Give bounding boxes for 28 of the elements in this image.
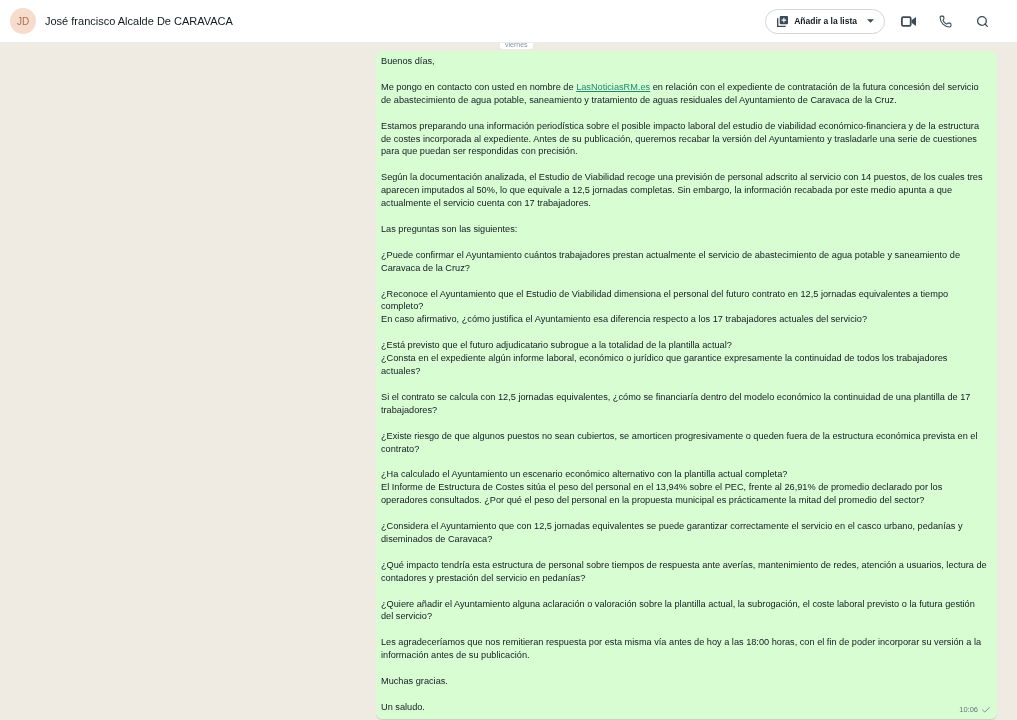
phone-icon xyxy=(938,14,952,28)
message-text: ¿Quiere añadir el Ayuntamiento alguna aclaración o valoración sobre la plantilla actual, la subrogación, el coste laboral previsto o la futura gestión del servicio? xyxy=(381,597,976,624)
video-camera-icon xyxy=(900,15,916,27)
add-to-list-icon xyxy=(777,15,789,27)
caret-down-icon xyxy=(867,19,874,23)
message-text: En caso afirmativo, ¿cómo justifica el Ayuntamiento esa diferencia respecto a los 17 trabajadores actuales del servicio? xyxy=(381,313,867,327)
search-icon xyxy=(975,14,989,28)
message-text: ¿Existe riesgo de que algunos puestos no sean cubiertos, se amorticen progresivamente o queden fuera de la estructura económica prevista en el contrato? xyxy=(381,429,979,456)
website-link[interactable]: LasNoticiasRM.es xyxy=(576,81,651,92)
message-text: ¿Ha calculado el Ayuntamiento un escenario económico alternativo con la plantilla actual completa? xyxy=(381,468,788,482)
message-text: ¿Qué impacto tendría esta estructura de personal sobre tiempos de respuesta ante averías, mantenimiento de redes, atención a usuarios, lectura de contadores y prestación del servicio en pedanías? xyxy=(381,558,988,585)
message-text: ¿Consta en el expediente algún informe laboral, económico o jurídico que garantice expresamente la continuidad de todos los trabajadores actuales? xyxy=(381,352,949,378)
message-text: Estamos preparando una información periodística sobre el posible impacto laboral del estudio de viabilidad económico-financiera y de la estructura de costes incorporada al expediente. Antes de su publicación, queremos recabar la versión del Ayuntamiento y trasladarle una serie de cuestiones para que puedan ser respondidas con precisión. xyxy=(381,119,981,159)
add-to-list-button[interactable]: Añadir a la lista xyxy=(765,8,885,34)
message-text: Según la documentación analizada, el Estudio de Viabilidad recoge una previsión de personal adscrito al servicio con 14 puestos, de los cuales tres aparecen imputados al 50%, lo que equivale a 12,5 jornadas completas. Sin embargo, la información recabada por este medio apunta a que actualmente el servicio cuenta con 17 trabajadores. xyxy=(381,171,984,210)
message-text: ¿Reconoce el Ayuntamiento que el Estudio de Viabilidad dimensiona el personal del futuro contrato en 12,5 jornadas equivalentes a tiempo completo? xyxy=(381,287,950,314)
message-text: ¿Considera el Ayuntamiento que con 12,5 jornadas equivalentes se puede garantizar correctamente el servicio en el casco urbano, pedanías y diseminados de Caravaca? xyxy=(381,520,964,546)
message-text: Les agradeceríamos que nos remitieran respuesta por esta misma vía antes de hoy a las 18:00 horas, con el fin de poder incorporar su versión a la información antes de su publicación. xyxy=(381,636,983,663)
message-text: ¿Puede confirmar el Ayuntamiento cuántos trabajadores prestan actualmente el servicio de abastecimiento de agua potable y saneamiento de Caravaca de la Cruz? xyxy=(381,248,961,275)
message-text: Muchas gracias. xyxy=(381,675,448,688)
message-text: El Informe de Estructura de Costes sitúa el peso del personal en el 13,94% sobre el PEC, frente al 26,91% de promedio declarado por los operadores consultados. ¿Por qué el peso del personal en la propuesta municipal es prácticamente la mitad del promedio del sector? xyxy=(381,481,944,508)
message-text: Si el contrato se calcula con 12,5 jornadas equivalentes, ¿cómo se financiaría dentro del modelo económico la continuidad de una plantilla de 17 trabajadores? xyxy=(381,390,972,417)
message-text: ¿Está previsto que el futuro adjudicatario subrogue a la totalidad de la plantilla actual? xyxy=(381,339,732,353)
message-text: Me pongo en contacto con usted en nombre de LasNoticiasRM.es en relación con el expediente de contratación de la futura concesión del servicio de abastecimiento de agua potable, saneamiento y tratamiento de aguas residuales del Ayuntamiento de Caravaca de la Cruz. xyxy=(381,80,980,107)
message-text: Buenos días, xyxy=(381,55,435,68)
contact-name[interactable]: José francisco Alcalde De CARAVACA xyxy=(45,12,233,30)
message-text: Las preguntas son las siguientes: xyxy=(381,222,518,236)
message-text: Un saludo. xyxy=(381,700,425,714)
